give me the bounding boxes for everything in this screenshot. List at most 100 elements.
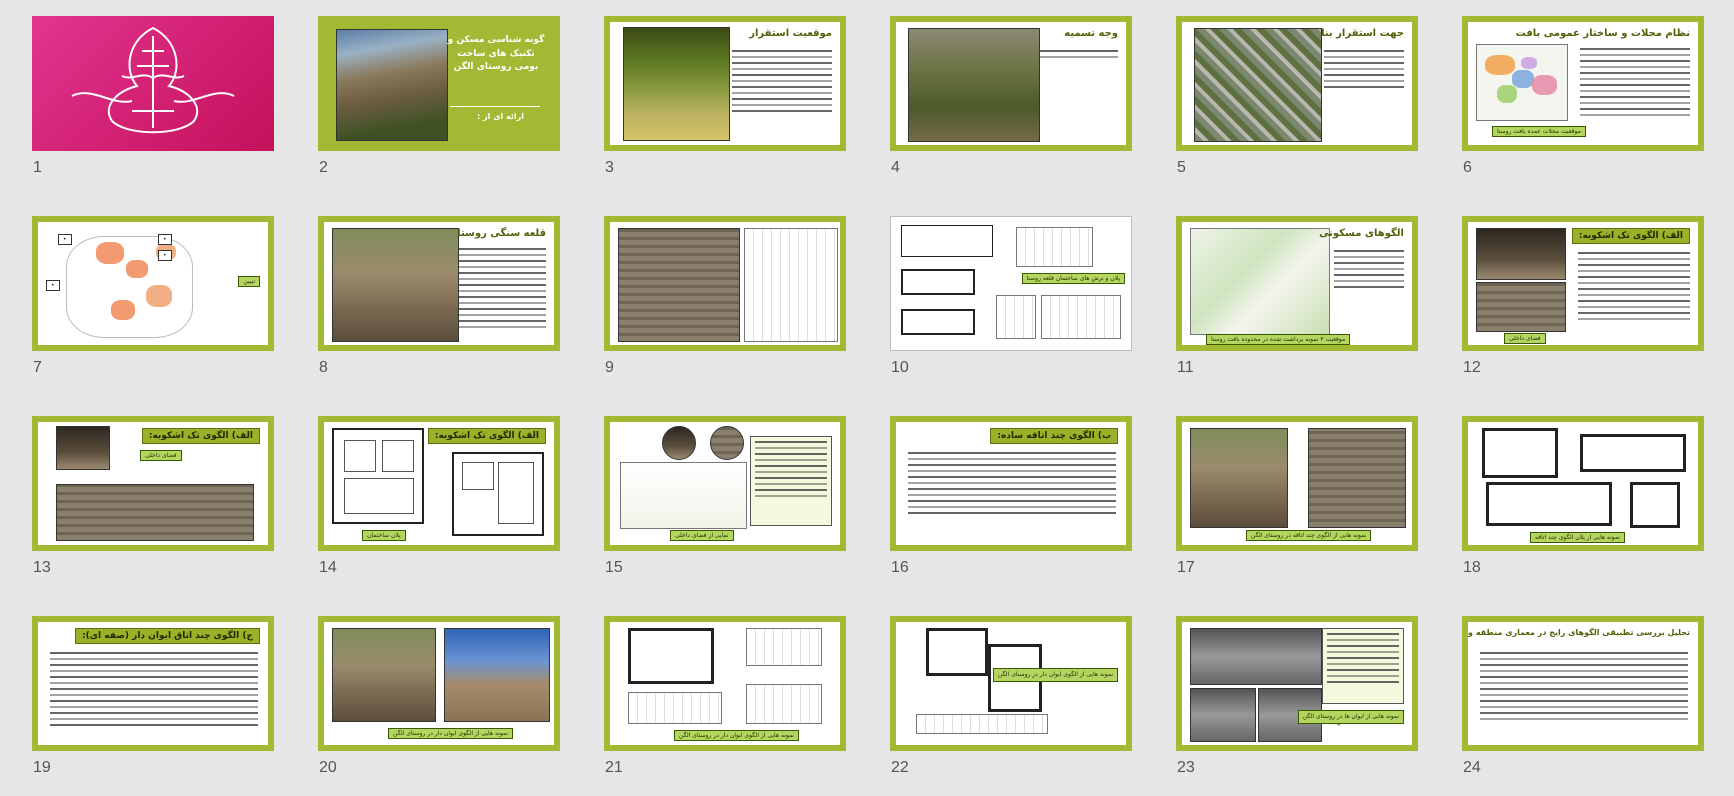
mountain-photo — [336, 29, 448, 141]
slide-thumbnail-4[interactable]: وجه تسمیه 4 — [890, 16, 1132, 196]
slide-thumbnail-5[interactable]: جهت استقرار بنا 5 — [1176, 16, 1418, 196]
slide-number: 15 — [605, 559, 623, 576]
slide-thumbnail-22[interactable]: نمونه هایی از الگوی ایوان دار در روستای … — [890, 616, 1132, 796]
section-drawing — [916, 714, 1048, 734]
slide-number: 2 — [319, 159, 328, 176]
section-drawing — [1016, 227, 1093, 267]
slide-thumbnail-19[interactable]: ج) الگوی چند اتاق ایوان دار (صفه ای): 19 — [32, 616, 274, 796]
calligraphy-emblem-icon — [71, 26, 235, 134]
slide-18-preview: نمونه هایی از پلان الگوی چند اتاقه — [1462, 416, 1704, 551]
body-text — [50, 652, 258, 730]
slide-title: وجه تسمیه — [1064, 28, 1118, 39]
slide-title: نظام محلات و ساختار عمومی بافت — [1515, 28, 1690, 39]
slide-number: 16 — [891, 559, 909, 576]
slide-number: 14 — [319, 559, 337, 576]
slide-thumbnail-2[interactable]: گونه شناسی مسکن و تکنیک های ساخت بومی رو… — [318, 16, 560, 196]
body-text — [1334, 250, 1404, 292]
slide-thumbnail-12[interactable]: الف) الگوی تک اشکوبه: فضای داخلی 12 — [1462, 216, 1704, 396]
slide-thumbnail-15[interactable]: نمایی از فضای داخلی 15 — [604, 416, 846, 596]
arch-photo — [1190, 628, 1322, 685]
slide-9-preview — [604, 216, 846, 351]
stone-castle-photo — [332, 228, 459, 342]
plan-drawing — [926, 628, 988, 676]
slide-21-preview: نمونه هایی از الگوی ایوان دار در روستای … — [604, 616, 846, 751]
plan-drawing — [901, 309, 975, 335]
caption-label: نمونه هایی از پلان الگوی چند اتاقه — [1530, 532, 1625, 543]
slide-number: 11 — [1177, 359, 1194, 376]
caption-label: نمونه هایی از الگوی چند اتاقه در روستای … — [1246, 530, 1372, 541]
slide-thumbnail-8[interactable]: قلعه سنگی روستا 8 — [318, 216, 560, 396]
slide-title: جهت استقرار بنا — [1321, 28, 1404, 39]
slide-thumbnail-9[interactable]: 9 — [604, 216, 846, 396]
slide-thumbnail-23[interactable]: نمونه هایی از ایوان ها در روستای الگن 23 — [1176, 616, 1418, 796]
body-text — [1040, 50, 1118, 62]
slide-number: 12 — [1463, 359, 1481, 376]
valley-photo — [623, 27, 730, 141]
slide-thumbnail-7[interactable]: • • • • تبیین 7 — [32, 216, 274, 396]
slide-number: 21 — [605, 759, 623, 776]
plan-drawing — [332, 428, 424, 524]
slide-thumbnail-10[interactable]: پلان و برش های ساختمان قلعه روستا 10 — [890, 216, 1132, 396]
caption-label: موقعیت محلات عمده بافت روستا — [1492, 126, 1586, 137]
interior-wide-photo — [56, 484, 254, 541]
slide-number: 22 — [891, 759, 909, 776]
caption-label: فضای داخلی — [140, 450, 182, 461]
neighborhood-map — [1476, 44, 1568, 121]
slide-title: گونه شناسی مسکن و تکنیک های ساخت بومی رو… — [447, 35, 545, 72]
slide-thumbnail-3[interactable]: موقعیت استقرار 3 — [604, 16, 846, 196]
plan-drawing — [1580, 434, 1686, 472]
slide-number: 23 — [1177, 759, 1195, 776]
slide-14-preview: الف) الگوی تک اشکوبه: پلان ساختمان — [318, 416, 560, 551]
slide-thumbnail-11[interactable]: الگوهای مسکونی موقعیت ۳ نمونه برداشت شده… — [1176, 216, 1418, 396]
slide-title: الگوهای مسکونی — [1319, 228, 1404, 239]
interior-photo — [1476, 228, 1566, 280]
slide-thumbnail-18[interactable]: نمونه هایی از پلان الگوی چند اتاقه 18 — [1462, 416, 1704, 596]
caption-label: موقعیت ۳ نمونه برداشت شده در محدوده بافت… — [1206, 334, 1351, 345]
detail-photo-circle — [662, 426, 696, 460]
section-drawing — [746, 684, 822, 724]
body-text — [1578, 252, 1690, 324]
plan-drawing — [628, 628, 714, 684]
slide-number: 1 — [33, 159, 42, 176]
divider — [450, 106, 540, 107]
detail-photo-circle — [710, 426, 744, 460]
slide-8-preview: قلعه سنگی روستا — [318, 216, 560, 351]
slide-22-preview: نمونه هایی از الگوی ایوان دار در روستای … — [890, 616, 1132, 751]
caption-label: پلان و برش های ساختمان قلعه روستا — [1021, 273, 1125, 284]
caption-label: نمونه هایی از الگوی ایوان دار در روستای … — [674, 730, 800, 741]
aerial-photo — [1194, 28, 1322, 142]
slide-thumbnail-24[interactable]: تحلیل بررسی تطبیقی الگوهای رایج در معمار… — [1462, 616, 1704, 796]
slide-thumbnail-17[interactable]: نمونه هایی از الگوی چند اتاقه در روستای … — [1176, 416, 1418, 596]
slide-6-preview: نظام محلات و ساختار عمومی بافت موقعیت مح… — [1462, 16, 1704, 151]
slide-number: 19 — [33, 759, 51, 776]
slide-title: تحلیل بررسی تطبیقی الگوهای رایج در معمار… — [1468, 628, 1690, 637]
facade-sketch — [744, 228, 838, 342]
slide-10-preview: پلان و برش های ساختمان قلعه روستا — [890, 216, 1132, 351]
slide-thumbnail-21[interactable]: نمونه هایی از الگوی ایوان دار در روستای … — [604, 616, 846, 796]
housing-map — [1190, 228, 1330, 335]
slide-thumbnail-16[interactable]: ب) الگوی چند اتاقه ساده: 16 — [890, 416, 1132, 596]
slide-number: 13 — [33, 559, 51, 576]
slide-thumbnail-1[interactable]: 1 — [32, 16, 274, 196]
slide-title: الف) الگوی تک اشکوبه: — [1571, 228, 1690, 244]
section-drawing — [996, 295, 1036, 339]
slide-thumbnail-20[interactable]: نمونه هایی از الگوی ایوان دار در روستای … — [318, 616, 560, 796]
caption-label: نمونه هایی از الگوی ایوان دار در روستای … — [388, 728, 514, 739]
plan-drawing — [901, 269, 975, 295]
section-drawing — [746, 628, 822, 666]
slide-title: الف) الگوی تک اشکوبه: — [141, 428, 260, 444]
slide-number: 18 — [1463, 559, 1481, 576]
interior-photo — [56, 426, 110, 470]
caption-label: نمونه هایی از الگوی ایوان دار در روستای … — [992, 668, 1118, 682]
slide-3-preview: موقعیت استقرار — [604, 16, 846, 151]
slide-title: موقعیت استقرار — [749, 28, 832, 39]
slide-number: 24 — [1463, 759, 1481, 776]
body-text — [732, 50, 832, 116]
slide-number: 4 — [891, 159, 900, 176]
slide-thumbnail-13[interactable]: فضای داخلی الف) الگوی تک اشکوبه: 13 — [32, 416, 274, 596]
slide-thumbnail-6[interactable]: نظام محلات و ساختار عمومی بافت موقعیت مح… — [1462, 16, 1704, 196]
house-photo — [1308, 428, 1406, 528]
slide-thumbnail-14[interactable]: الف) الگوی تک اشکوبه: پلان ساختمان 14 — [318, 416, 560, 596]
slide-number: 9 — [605, 359, 614, 376]
slide-number: 8 — [319, 359, 328, 376]
